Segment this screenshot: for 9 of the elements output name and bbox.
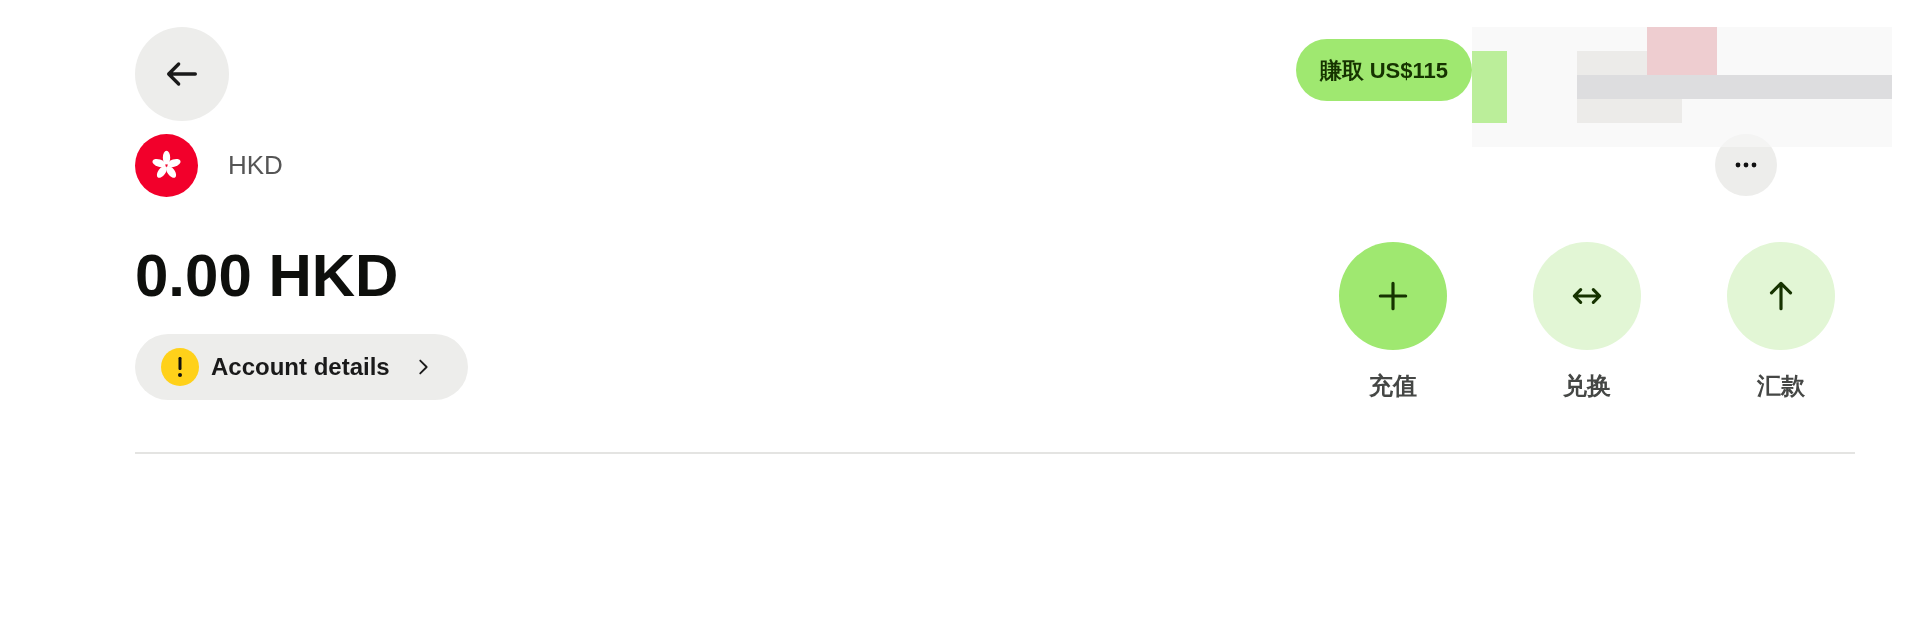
- currency-label: HKD: [228, 148, 283, 182]
- flag-icon: [135, 133, 198, 197]
- more-icon: [1735, 162, 1757, 168]
- action-label: 充值: [1369, 371, 1417, 401]
- account-details-button[interactable]: Account details: [135, 334, 468, 400]
- action-label: 汇款: [1757, 371, 1805, 401]
- action-label: 兑换: [1563, 371, 1611, 401]
- balance-amount: 0.00 HKD: [135, 246, 400, 306]
- earn-badge[interactable]: 賺取 US$115: [1295, 39, 1472, 101]
